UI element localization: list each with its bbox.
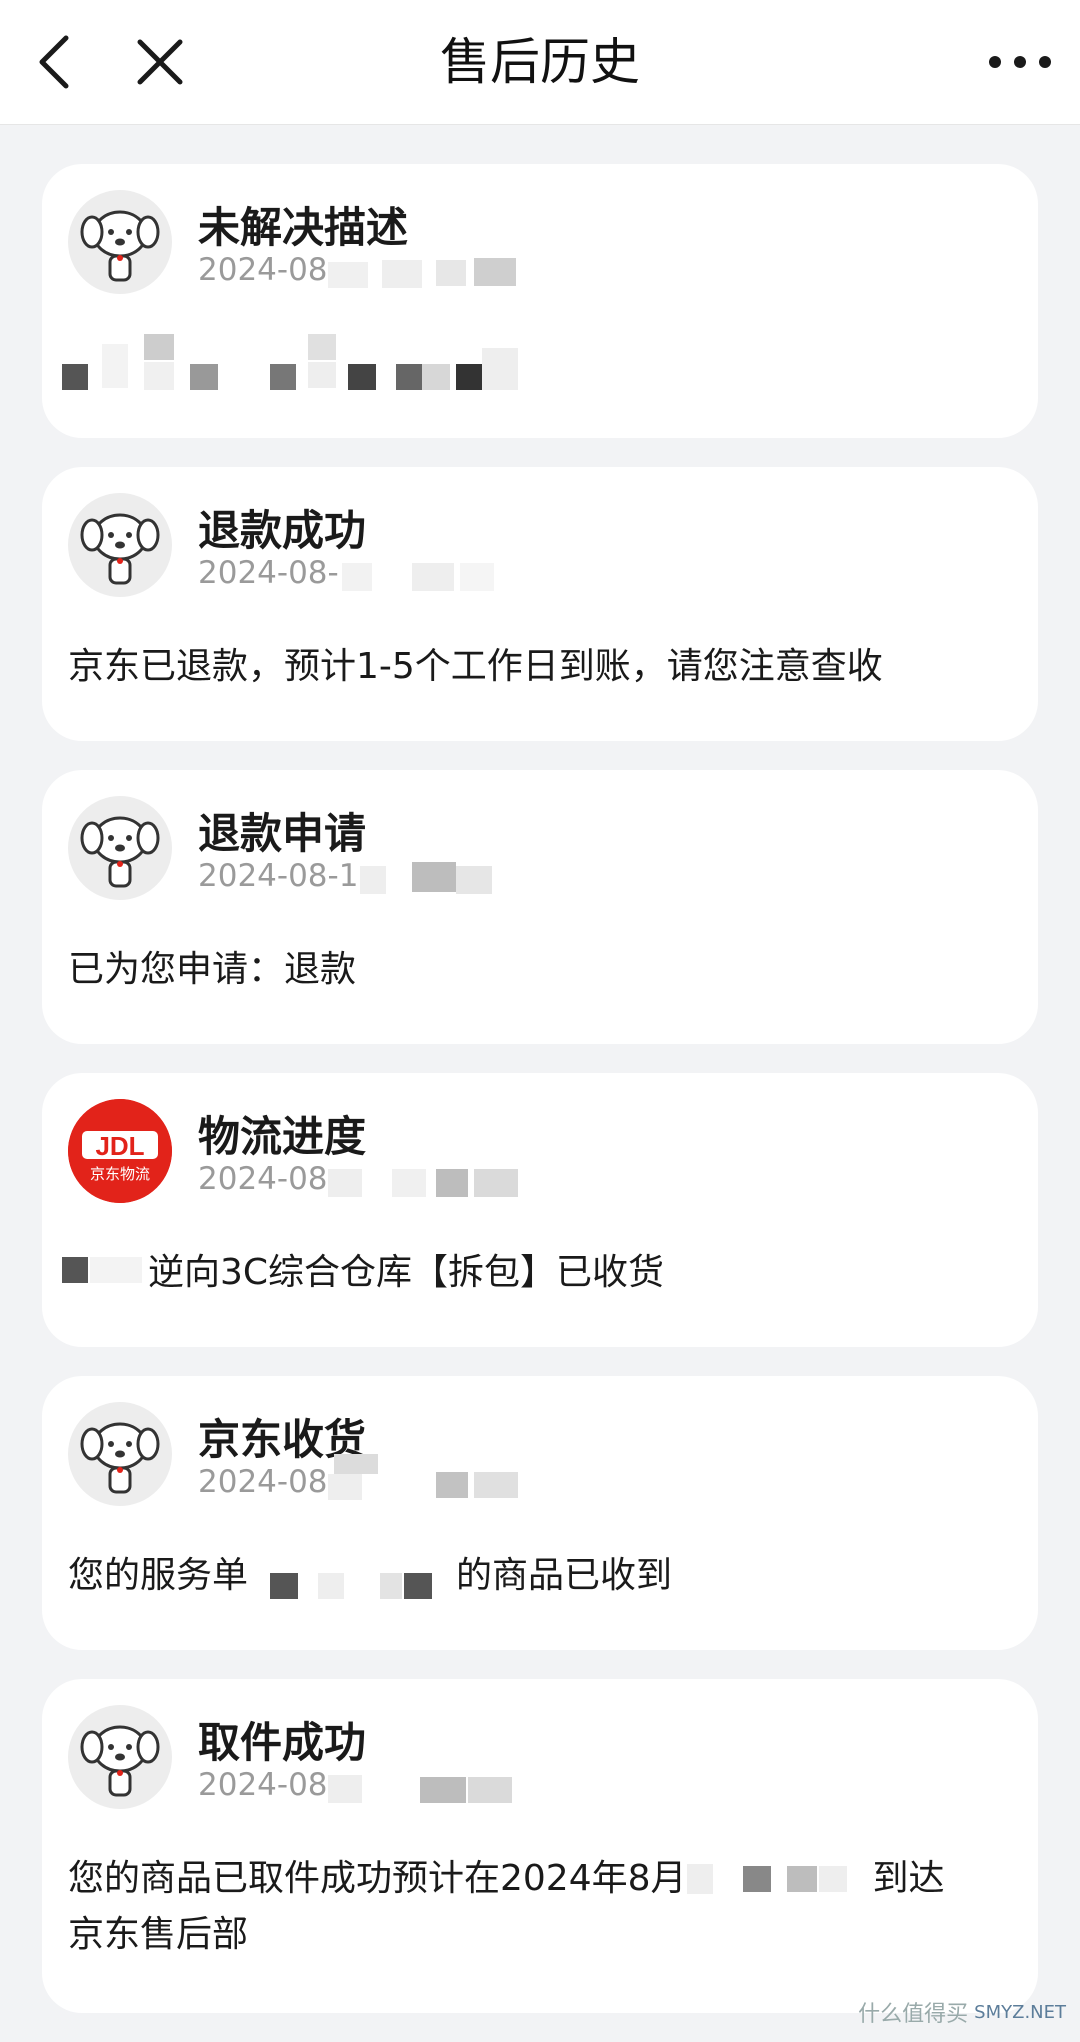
jdl-logo-icon: JDL 京东物流	[68, 1099, 172, 1203]
card-title: 退款申请	[198, 809, 367, 858]
card-description: 逆向3C综合仓库【拆包】已收货	[148, 1252, 665, 1293]
redacted-date-mosaic	[328, 1771, 528, 1805]
card-description: 已为您申请：退款	[68, 949, 357, 990]
description-after: 的商品已收到	[456, 1555, 673, 1596]
after-sale-history-list: 未解决描述 2024-08 退款成功 2024-08- 京东已退款，预计1-5个…	[42, 164, 1038, 2042]
history-card-refund-request: 退款申请 2024-08-1 已为您申请：退款	[42, 770, 1038, 1044]
history-card-refund-success: 退款成功 2024-08- 京东已退款，预计1-5个工作日到账，请您注意查收	[42, 467, 1038, 741]
avatar	[68, 1402, 172, 1506]
history-card-pickup-success: 取件成功 2024-08 您的商品已取件成功预计在2024年8月 到达 京东售后…	[42, 1679, 1038, 2013]
watermark: 什么值得买 SMYZ.NET	[858, 1996, 1066, 2028]
jd-dog-mascot-icon	[80, 1422, 160, 1494]
description-line2: 京东售后部	[68, 1914, 249, 1955]
more-button[interactable]	[980, 22, 1060, 102]
redacted-date-mosaic	[328, 1165, 528, 1199]
redacted-description-mosaic	[62, 1253, 152, 1293]
card-date: 2024-08	[198, 1464, 328, 1500]
avatar	[68, 190, 172, 294]
jd-dog-mascot-icon	[80, 513, 160, 585]
card-description: 您的商品已取件成功预计在2024年8月 到达 京东售后部	[68, 1851, 998, 1963]
card-date: 2024-08-	[198, 555, 339, 591]
description-after: 到达	[872, 1858, 945, 1899]
history-card-logistics: JDL 京东物流 物流进度 2024-08 逆向3C综合仓库【拆包】已收货	[42, 1073, 1038, 1347]
jdl-logo-avatar: JDL 京东物流	[68, 1099, 172, 1203]
card-title: 未解决描述	[198, 203, 409, 252]
top-bar: 售后历史	[0, 0, 1080, 125]
jd-dog-mascot-icon	[80, 210, 160, 282]
redacted-date-mosaic	[328, 1454, 528, 1500]
card-date: 2024-08	[198, 1767, 328, 1803]
history-card-unresolved: 未解决描述 2024-08	[42, 164, 1038, 438]
redacted-description-mosaic	[62, 334, 662, 404]
watermark-sub: SMYZ.NET	[974, 2001, 1066, 2023]
avatar	[68, 493, 172, 597]
redacted-date-mosaic	[328, 256, 528, 290]
page-title: 售后历史	[440, 33, 640, 91]
card-date: 2024-08	[198, 252, 328, 288]
jd-dog-mascot-icon	[80, 1725, 160, 1797]
card-title: 退款成功	[198, 506, 367, 555]
card-date: 2024-08	[198, 1161, 328, 1197]
svg-text:京东物流: 京东物流	[90, 1165, 150, 1183]
card-description: 京东已退款，预计1-5个工作日到账，请您注意查收	[68, 646, 883, 687]
redacted-date-mosaic	[360, 862, 540, 896]
card-date: 2024-08-1	[198, 858, 359, 894]
avatar	[68, 1705, 172, 1809]
card-title: 物流进度	[198, 1112, 367, 1161]
watermark-text: 什么值得买	[858, 2002, 969, 2027]
description-before: 您的服务单	[68, 1555, 249, 1596]
svg-text:JDL: JDL	[95, 1131, 144, 1161]
description-before: 您的商品已取件成功预计在2024年8月	[68, 1858, 687, 1899]
jd-dog-mascot-icon	[80, 816, 160, 888]
redacted-order-number	[248, 1557, 456, 1599]
redacted-date-mosaic	[342, 559, 522, 593]
redacted-pickup-date	[686, 1860, 873, 1900]
avatar	[68, 796, 172, 900]
card-description: 您的服务单 的商品已收到	[68, 1548, 998, 1604]
history-card-jd-received: 京东收货 2024-08 您的服务单 的商品已收到	[42, 1376, 1038, 1650]
card-title: 取件成功	[198, 1718, 367, 1767]
more-dots-icon	[989, 56, 1051, 68]
